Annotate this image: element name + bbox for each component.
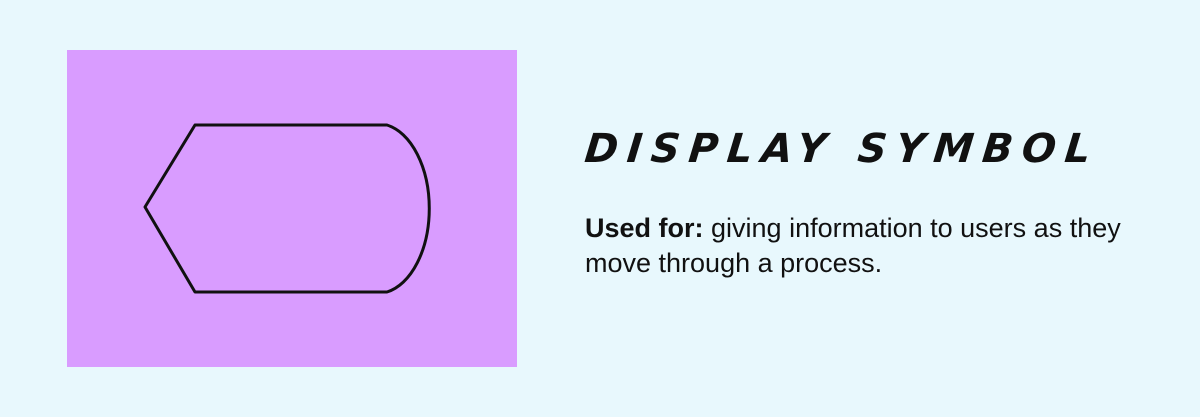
symbol-panel xyxy=(67,50,517,367)
description-lead: Used for: xyxy=(585,213,704,243)
panel-background xyxy=(67,50,517,367)
symbol-title: DISPLAY SYMBOL xyxy=(582,126,1102,172)
symbol-description: Used for: giving information to users as… xyxy=(585,211,1175,281)
display-symbol-icon xyxy=(67,50,517,367)
